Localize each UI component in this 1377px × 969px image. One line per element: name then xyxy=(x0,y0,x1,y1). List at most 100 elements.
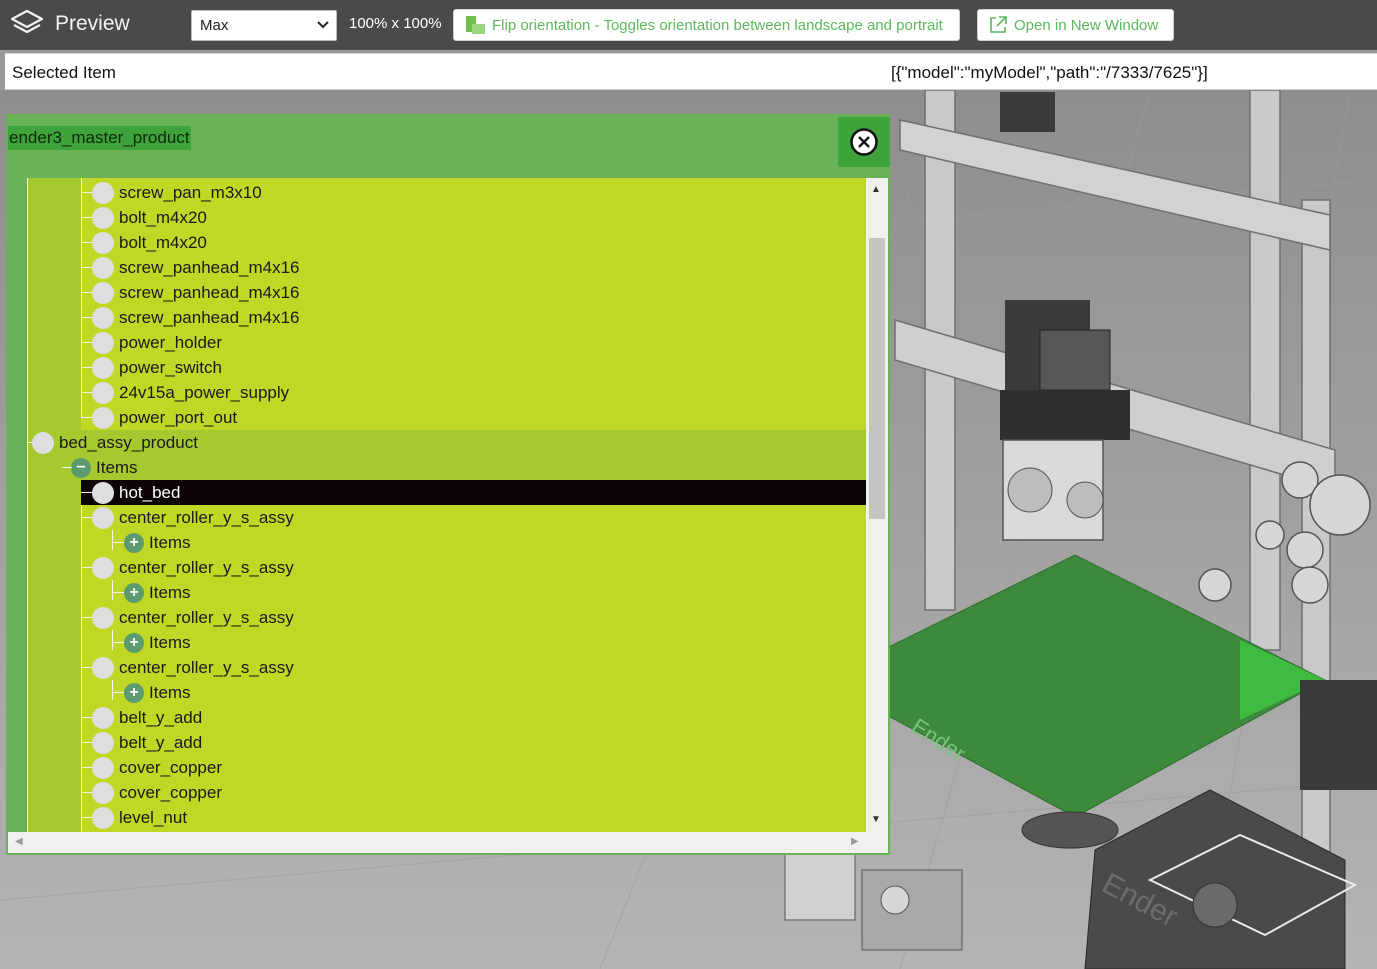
tree-row[interactable]: screw_pan_m3x10 xyxy=(8,180,866,205)
tree-row-label: cover_copper xyxy=(119,782,223,802)
chevron-down-icon xyxy=(317,21,329,29)
tree-row[interactable]: + Items xyxy=(8,680,866,705)
tree-node-icon xyxy=(92,381,114,404)
tree-connector xyxy=(62,467,72,468)
scroll-down-arrow-icon[interactable]: ▼ xyxy=(871,814,881,825)
vertical-scroll-thumb[interactable] xyxy=(869,238,885,519)
tree-node-icon xyxy=(92,781,114,804)
tree-row[interactable]: screw_panhead_m4x16 xyxy=(8,305,866,330)
tree-node-icon xyxy=(92,506,114,529)
tree-row[interactable]: belt_y_add xyxy=(8,730,866,755)
tree-row[interactable]: bolt_m4x20 xyxy=(8,205,866,230)
tree-node-icon xyxy=(92,306,114,329)
tree-row[interactable]: power_switch xyxy=(8,355,866,380)
flip-orientation-button[interactable]: Flip orientation - Toggles orientation b… xyxy=(453,9,960,41)
tree-node-icon xyxy=(92,356,114,379)
collapse-icon[interactable]: − xyxy=(71,457,91,478)
size-select[interactable]: Max xyxy=(191,10,337,41)
tree-row-label: center_roller_y_s_assy xyxy=(119,607,294,627)
tree-node-icon xyxy=(92,331,114,354)
tree-row[interactable]: level_nut xyxy=(8,805,866,830)
tree-row[interactable]: + Items xyxy=(8,630,866,655)
app-title: Preview xyxy=(55,12,130,35)
tree-row-label: belt_y_add xyxy=(119,732,203,752)
tree-row-label: Items xyxy=(149,532,191,552)
scroll-up-arrow-icon[interactable]: ▲ xyxy=(871,184,881,195)
tree-row-label: power_switch xyxy=(119,357,222,377)
tree-row[interactable]: power_port_out xyxy=(8,405,866,430)
tree-row[interactable]: cover_copper xyxy=(8,780,866,805)
tree-row[interactable]: bolt_m4x20 xyxy=(8,230,866,255)
tree-node-icon xyxy=(92,706,114,729)
tree-scroll-area[interactable]: screw_pan_m3x10 bolt_m4x20 bolt_m4x20screw… xyxy=(8,178,866,832)
tree-row[interactable]: center_roller_y_s_assy xyxy=(8,655,866,680)
tree-row[interactable]: − Items xyxy=(8,455,866,480)
tree-row[interactable]: 24v15a_power_supply xyxy=(8,380,866,405)
zoom-readout: 100% x 100% xyxy=(349,15,442,32)
tree-row-label: bolt_m4x20 xyxy=(119,232,207,252)
tree-row-label: Items xyxy=(149,682,191,702)
open-new-window-button[interactable]: Open in New Window xyxy=(977,9,1174,41)
scroll-right-arrow-icon[interactable]: ▶ xyxy=(851,836,859,847)
tree-row[interactable]: center_roller_y_s_assy xyxy=(8,505,866,530)
tree-node-icon xyxy=(32,431,54,454)
tree-row-label: center_roller_y_s_assy xyxy=(119,557,294,577)
top-toolbar: Preview Max 100% x 100% Flip orientation… xyxy=(0,0,1377,50)
tree-row-selected[interactable]: hot_bed xyxy=(81,480,866,505)
selected-item-label: Selected Item xyxy=(12,63,116,82)
tree-row-label: level_nut xyxy=(119,807,188,827)
tree-row[interactable]: screw_panhead_m4x16 xyxy=(8,255,866,280)
selected-item-value: [{"model":"myModel","path":"/7333/7625"}… xyxy=(891,63,1208,82)
vertical-scrollbar[interactable]: ▲ ▼ xyxy=(866,178,888,832)
flip-orientation-label: Flip orientation - Toggles orientation b… xyxy=(492,16,943,34)
tree-row[interactable]: screw_panhead_m4x16 xyxy=(8,280,866,305)
tree-node-icon xyxy=(92,606,114,629)
tree-view[interactable]: screw_pan_m3x10 bolt_m4x20 bolt_m4x20screw… xyxy=(8,178,888,853)
tree-row-label: power_holder xyxy=(119,332,223,352)
tree-row[interactable]: cover_copper xyxy=(8,755,866,780)
tree-row[interactable]: belt_y_add xyxy=(8,705,866,730)
tree-row-label: power_port_out xyxy=(119,407,238,427)
tree-row[interactable]: + Items xyxy=(8,580,866,605)
close-circle-icon xyxy=(850,128,878,156)
tree-row-label: center_roller_y_s_assy xyxy=(119,507,294,527)
tree-node-icon xyxy=(92,406,114,429)
open-new-window-label: Open in New Window xyxy=(1014,16,1159,34)
tree-row[interactable]: power_holder xyxy=(8,330,866,355)
tree-node-icon xyxy=(92,556,114,579)
layers-icon xyxy=(10,9,44,34)
horizontal-scrollbar[interactable]: ◀ ▶ xyxy=(8,832,866,853)
tree-row-label: bed_assy_product xyxy=(59,432,198,452)
expand-icon[interactable]: + xyxy=(124,632,144,653)
tree-node-icon xyxy=(92,481,114,504)
tree-node-icon xyxy=(92,181,114,204)
tree-row[interactable]: center_roller_y_s_assy xyxy=(8,555,866,580)
panel-title: ender3_master_product xyxy=(8,126,191,150)
scroll-left-arrow-icon[interactable]: ◀ xyxy=(15,836,23,847)
tree-node-icon xyxy=(92,806,114,829)
tree-row[interactable]: center_roller_y_s_assy xyxy=(8,605,866,630)
tree-connector xyxy=(112,642,124,643)
tree-row[interactable]: bed_assy_product xyxy=(8,430,866,455)
tree-row-label: belt_y_add xyxy=(119,707,203,727)
tree-row-label: screw_pan_m3x10 xyxy=(119,182,262,202)
external-link-icon xyxy=(990,16,1007,33)
tree-panel: ender3_master_product screw_pan_m3x10bol… xyxy=(6,114,890,855)
expand-icon[interactable]: + xyxy=(124,582,144,603)
selected-item-bar: Selected Item [{"model":"myModel","path"… xyxy=(5,53,1377,90)
expand-icon[interactable]: + xyxy=(124,682,144,703)
tree-row[interactable]: + Items xyxy=(8,530,866,555)
tree-row-label: screw_panhead_m4x16 xyxy=(119,307,300,327)
tree-node-icon xyxy=(92,731,114,754)
tree-node-icon xyxy=(92,756,114,779)
tree-row-label: bolt_m4x20 xyxy=(119,207,207,227)
tree-row-label: center_roller_y_s_assy xyxy=(119,657,294,677)
tree-row-label: Items xyxy=(149,632,191,652)
tree-node-icon xyxy=(92,206,114,229)
tree-connector xyxy=(112,542,124,543)
expand-icon[interactable]: + xyxy=(124,532,144,553)
tree-row-label: screw_panhead_m4x16 xyxy=(119,257,300,277)
size-select-value: Max xyxy=(200,17,229,34)
tree-row-label: 24v15a_power_supply xyxy=(119,382,290,402)
close-panel-button[interactable] xyxy=(838,117,890,167)
